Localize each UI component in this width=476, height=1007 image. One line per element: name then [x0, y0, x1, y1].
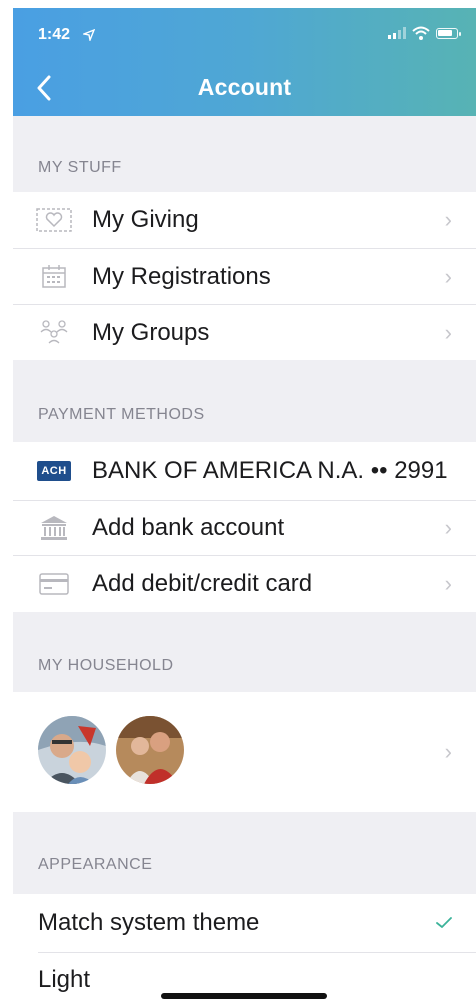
- checkmark-icon: [436, 912, 452, 935]
- chevron-right-icon: ›: [444, 263, 452, 289]
- ach-badge-label: ACH: [37, 461, 71, 481]
- theme-option-label: Light: [38, 966, 91, 993]
- my-groups-row[interactable]: My Groups ›: [13, 305, 476, 360]
- add-card-row[interactable]: Add debit/credit card ›: [13, 556, 476, 612]
- theme-option-label: Match system theme: [38, 909, 260, 936]
- group-people-icon: [35, 317, 73, 347]
- account-screen: 1:42 Account MY STUFF My Giving › My Reg…: [13, 8, 476, 1007]
- row-label: My Groups: [92, 318, 210, 346]
- credit-card-icon: [35, 569, 73, 599]
- wifi-icon: [412, 26, 430, 40]
- add-bank-label: Add bank account: [92, 514, 285, 541]
- row-label: My Registrations: [92, 262, 271, 290]
- chevron-right-icon: ›: [444, 207, 452, 232]
- my-registrations-row[interactable]: My Registrations ›: [13, 249, 476, 304]
- nav-header: 1:42 Account: [13, 8, 476, 116]
- household-row[interactable]: ›: [13, 692, 476, 812]
- home-indicator: [161, 993, 327, 999]
- chevron-right-icon: ›: [444, 571, 452, 596]
- add-card-label: Add debit/credit card: [92, 570, 313, 597]
- calendar-icon: [35, 261, 73, 291]
- signal-icon: [388, 27, 406, 39]
- bank-account-row[interactable]: ACH BANK OF AMERICA N.A. •• 2991: [13, 442, 476, 500]
- ach-badge: ACH: [35, 456, 73, 486]
- chevron-right-icon: ›: [444, 739, 452, 764]
- theme-option-match-system[interactable]: Match system theme: [13, 894, 476, 952]
- status-time: 1:42: [38, 26, 71, 43]
- my-giving-row[interactable]: My Giving ›: [13, 192, 476, 248]
- battery-icon: [436, 27, 461, 39]
- row-label: My Giving: [92, 206, 199, 233]
- add-bank-account-row[interactable]: Add bank account ›: [13, 501, 476, 555]
- section-header-my-household: MY HOUSEHOLD: [13, 612, 476, 692]
- section-header-appearance: APPEARANCE: [13, 812, 476, 894]
- avatar[interactable]: [116, 716, 184, 784]
- bank-account-label: BANK OF AMERICA N.A. •• 2991: [92, 457, 448, 484]
- section-header-payment-methods: PAYMENT METHODS: [13, 360, 476, 442]
- envelope-heart-icon: [35, 205, 73, 235]
- avatar[interactable]: [38, 716, 106, 784]
- page-title: Account: [197, 74, 292, 100]
- section-header-my-stuff: MY STUFF: [13, 116, 476, 192]
- bank-icon: [35, 513, 73, 543]
- chevron-right-icon: ›: [444, 319, 452, 345]
- chevron-right-icon: ›: [444, 515, 452, 540]
- location-arrow-icon: [81, 28, 96, 46]
- status-icons: [388, 26, 461, 40]
